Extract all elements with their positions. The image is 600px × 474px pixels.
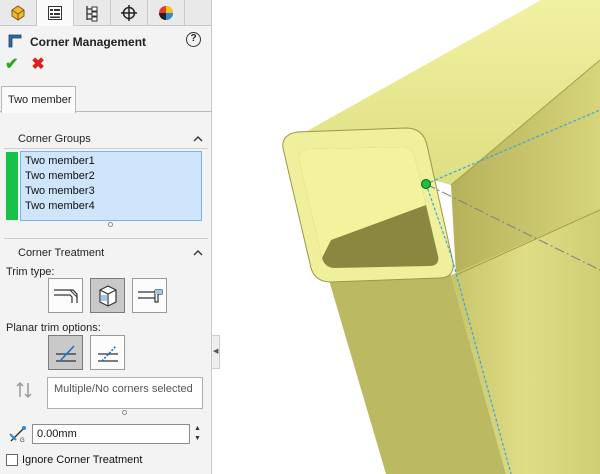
gap-distance-input[interactable]: 0.00mm (32, 424, 190, 444)
gap-distance-icon: G (9, 426, 26, 444)
weldment-model[interactable] (221, 0, 600, 474)
end-butt-icon (98, 284, 117, 307)
panel-splitter[interactable]: ◀ (212, 335, 220, 369)
ignore-corner-checkbox[interactable] (6, 454, 18, 466)
help-icon[interactable]: ? (186, 32, 201, 47)
feature-manager-tab[interactable] (0, 0, 37, 26)
chevron-up-icon[interactable] (193, 249, 203, 257)
property-manager-panel: Corner Management ? ✔ ✖ Two member Corne… (0, 0, 212, 474)
swap-direction-icon[interactable] (14, 380, 34, 400)
spin-up-icon[interactable]: ▲ (192, 424, 203, 434)
display-manager-tab[interactable] (148, 0, 185, 26)
corner-selection-box[interactable]: Multiple/No corners selected (47, 377, 203, 409)
corner-groups-header[interactable]: Corner Groups (0, 129, 212, 149)
ignore-corner-row[interactable]: Ignore Corner Treatment (6, 454, 142, 466)
corner-type-tabstrip: Two member (0, 86, 212, 113)
corner-point-marker[interactable] (421, 179, 431, 189)
configuration-manager-tab[interactable] (74, 0, 111, 26)
svg-text:G: G (20, 438, 25, 444)
dimxpert-icon (121, 5, 137, 21)
tab-two-member[interactable]: Two member (1, 86, 76, 113)
selection-resize-handle[interactable] (122, 410, 127, 415)
spin-down-icon[interactable]: ▼ (192, 434, 203, 444)
action-buttons: ✔ ✖ (5, 57, 45, 75)
planar-trim-icon (55, 344, 76, 362)
display-manager-icon (159, 6, 173, 20)
corner-groups-color-bar (6, 152, 18, 220)
panel-header: Corner Management ? (0, 30, 212, 52)
corner-groups-list[interactable]: Two member1 Two member2 Two member3 Two … (20, 151, 202, 221)
end-miter-icon (53, 288, 78, 303)
collapse-arrow-icon[interactable]: ◀ (213, 347, 218, 355)
end-trim-icon (137, 288, 163, 303)
list-item[interactable]: Two member3 (21, 184, 201, 199)
corner-treatment-title: Corner Treatment (18, 247, 105, 259)
end-trim-button[interactable] (132, 278, 167, 313)
ok-button[interactable]: ✔ (5, 57, 18, 75)
list-resize-handle[interactable] (108, 222, 113, 227)
panel-title: Corner Management (30, 35, 147, 49)
property-manager-tab[interactable] (37, 0, 74, 26)
chevron-up-icon[interactable] (193, 135, 203, 143)
planar-trim-alt-icon (97, 344, 118, 362)
list-item[interactable]: Two member2 (21, 169, 201, 184)
section-divider (4, 148, 208, 149)
trim-type-label: Trim type: (6, 266, 55, 278)
configuration-manager-icon (86, 6, 98, 22)
cancel-button[interactable]: ✖ (31, 57, 44, 75)
planar-trim-label: Planar trim options: (6, 322, 101, 334)
planar-trim-alt-button[interactable] (90, 335, 125, 370)
property-manager-icon (48, 6, 62, 20)
list-item[interactable]: Two member1 (21, 154, 201, 169)
dimxpert-tab[interactable] (111, 0, 148, 26)
corner-treatment-header[interactable]: Corner Treatment (0, 243, 212, 263)
ignore-corner-label: Ignore Corner Treatment (22, 454, 143, 466)
planar-trim-button[interactable] (48, 335, 83, 370)
list-item[interactable]: Two member4 (21, 199, 201, 214)
section-divider (4, 238, 208, 239)
manager-tab-bar (0, 0, 211, 26)
end-miter-button[interactable] (48, 278, 83, 313)
structure-corner-icon (8, 34, 22, 48)
corner-groups-title: Corner Groups (18, 133, 91, 145)
end-butt-button[interactable] (90, 278, 125, 313)
gap-spinner[interactable]: ▲ ▼ (192, 424, 203, 444)
graphics-viewport[interactable] (221, 0, 600, 474)
feature-manager-icon (11, 5, 25, 21)
